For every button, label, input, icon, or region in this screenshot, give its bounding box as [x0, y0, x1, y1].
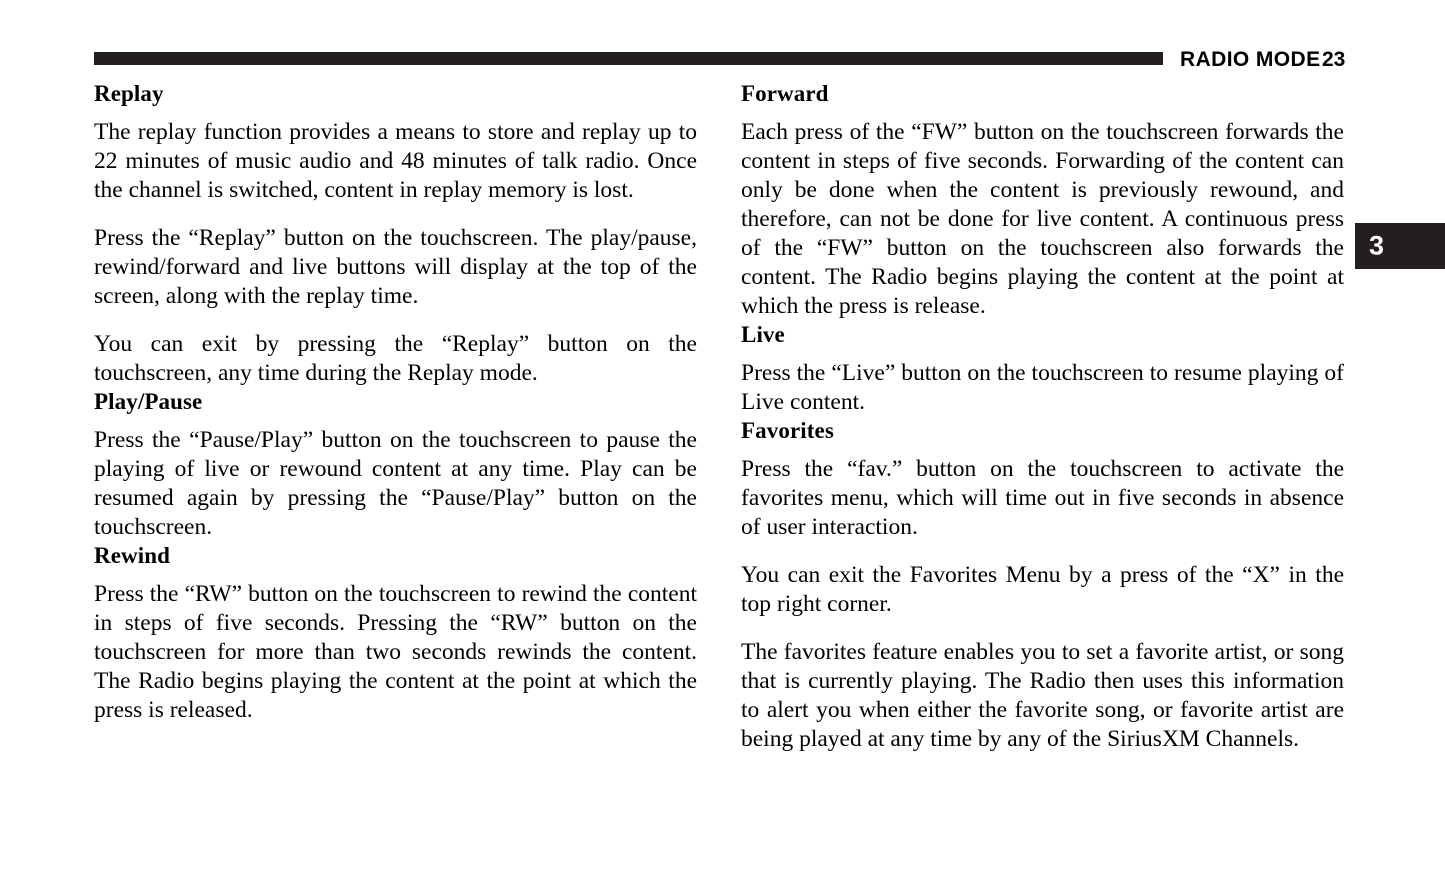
page-number: 23: [1322, 48, 1346, 71]
paragraph: Each press of the “FW” button on the tou…: [741, 119, 1344, 319]
paragraph: Press the “Live” button on the touchscre…: [741, 360, 1344, 415]
section-play-pause: Play/Pause Press the “Pause/Play” button…: [94, 388, 697, 542]
paragraph: Press the “fav.” button on the touchscre…: [741, 456, 1344, 540]
paragraph: Press the “Pause/Play” button on the tou…: [94, 427, 697, 540]
section-heading-replay: Replay: [94, 81, 164, 106]
header-rule-bar: [94, 52, 1163, 65]
page-body: Replay The replay function provides a me…: [94, 80, 1346, 860]
paragraph: You can exit the Favorites Menu by a pre…: [741, 562, 1344, 617]
paragraph: Press the “Replay” button on the touchsc…: [94, 225, 697, 309]
paragraph: You can exit by pressing the “Replay” bu…: [94, 331, 697, 386]
section-forward: Forward Each press of the “FW” button on…: [741, 80, 1344, 321]
section-replay: Replay The replay function provides a me…: [94, 80, 697, 388]
section-live: Live Press the “Live” button on the touc…: [741, 321, 1344, 417]
chapter-thumb-tab: 3: [1355, 223, 1445, 269]
running-head-title: RADIO MODE: [1180, 48, 1321, 71]
paragraph: The favorites feature enables you to set…: [741, 639, 1344, 752]
chapter-number: 3: [1369, 230, 1385, 261]
section-heading-forward: Forward: [741, 81, 829, 106]
page-header: RADIO MODE 23: [0, 0, 1445, 80]
section-favorites: Favorites Press the “fav.” button on the…: [741, 417, 1344, 754]
text-column-left: Replay The replay function provides a me…: [94, 80, 697, 725]
section-rewind: Rewind Press the “RW” button on the touc…: [94, 542, 697, 725]
section-heading-rewind: Rewind: [94, 543, 171, 568]
section-heading-play-pause: Play/Pause: [94, 389, 203, 414]
section-heading-favorites: Favorites: [741, 418, 834, 443]
section-heading-live: Live: [741, 322, 785, 347]
paragraph: The replay function provides a means to …: [94, 119, 697, 203]
paragraph: Press the “RW” button on the touchscreen…: [94, 581, 697, 723]
text-column-right: Forward Each press of the “FW” button on…: [741, 80, 1344, 754]
